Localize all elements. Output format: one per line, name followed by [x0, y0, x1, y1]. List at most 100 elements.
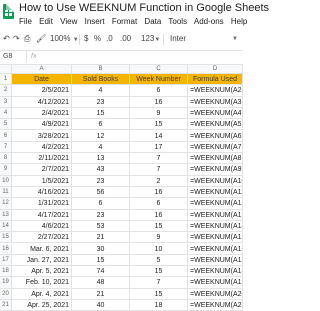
table-cell[interactable]: 9: [130, 232, 188, 244]
table-cell[interactable]: =WEEKNUM(A3,1): [188, 96, 243, 108]
currency-format-button[interactable]: $: [84, 34, 88, 43]
table-cell[interactable]: =WEEKNUM(A20,1): [188, 288, 243, 300]
table-cell[interactable]: 2/4/2021: [12, 107, 72, 120]
table-cell[interactable]: 15: [72, 254, 130, 267]
row-header[interactable]: 3: [0, 96, 12, 108]
table-cell[interactable]: 21: [72, 288, 130, 300]
menu-edit[interactable]: Edit: [39, 17, 53, 26]
menu-view[interactable]: View: [60, 17, 77, 26]
table-cell[interactable]: 4: [72, 85, 130, 97]
menu-format[interactable]: Format: [112, 17, 137, 26]
table-cell[interactable]: 12: [72, 130, 130, 142]
row-header[interactable]: 9: [0, 164, 12, 176]
row-header[interactable]: 1: [0, 74, 12, 86]
table-cell[interactable]: 2/11/2021: [12, 153, 72, 165]
row-header[interactable]: 5: [0, 119, 12, 131]
table-cell[interactable]: 7: [130, 153, 188, 165]
document-title[interactable]: How to Use WEEKNUM Function in Google Sh…: [19, 2, 269, 14]
column-header-c[interactable]: C: [130, 65, 188, 74]
column-header-b[interactable]: B: [72, 65, 130, 74]
table-cell[interactable]: 2: [130, 175, 188, 187]
table-cell[interactable]: 5: [130, 254, 188, 267]
name-box[interactable]: G8: [3, 53, 12, 60]
row-header[interactable]: 16: [0, 243, 12, 255]
increase-decimal-button[interactable]: .00: [120, 34, 131, 43]
table-cell[interactable]: 2/7/2021: [12, 164, 72, 176]
table-cell[interactable]: 18: [130, 300, 188, 311]
table-cell[interactable]: =WEEKNUM(A10,1): [188, 175, 243, 187]
row-header[interactable]: 8: [0, 153, 12, 165]
table-cell[interactable]: 6: [130, 198, 188, 210]
table-cell[interactable]: 6: [72, 119, 130, 131]
row-header[interactable]: 2: [0, 85, 12, 97]
table-cell[interactable]: 2/27/2021: [12, 232, 72, 244]
table-cell[interactable]: =WEEKNUM(A7,1): [188, 141, 243, 154]
undo-icon[interactable]: ↶: [3, 34, 10, 43]
table-cell[interactable]: =WEEKNUM(A17,1): [188, 254, 243, 267]
row-header[interactable]: 19: [0, 277, 12, 289]
row-header[interactable]: 11: [0, 187, 12, 199]
table-cell[interactable]: 4/17/2021: [12, 209, 72, 221]
table-cell[interactable]: 16: [130, 96, 188, 108]
table-cell[interactable]: 7: [130, 277, 188, 289]
table-cell[interactable]: 13: [72, 153, 130, 165]
print-icon[interactable]: ⎙: [24, 34, 30, 44]
sheets-logo-icon[interactable]: [3, 4, 14, 19]
table-cell[interactable]: 21: [72, 232, 130, 244]
row-header[interactable]: 4: [0, 107, 12, 120]
table-cell[interactable]: 15: [130, 119, 188, 131]
menu-file[interactable]: File: [19, 17, 32, 26]
table-cell[interactable]: 1/5/2021: [12, 175, 72, 187]
table-cell[interactable]: 4/12/2021: [12, 96, 72, 108]
menu-addons[interactable]: Add-ons: [194, 17, 224, 26]
chevron-down-icon[interactable]: ▼: [232, 36, 238, 42]
more-formats-button[interactable]: 123▼: [141, 34, 160, 43]
zoom-select[interactable]: 100% ▼: [50, 34, 79, 43]
table-cell[interactable]: 4/9/2021: [12, 119, 72, 131]
table-cell[interactable]: 3/28/2021: [12, 130, 72, 142]
table-cell[interactable]: 16: [130, 209, 188, 221]
table-cell[interactable]: =WEEKNUM(A12,1): [188, 198, 243, 210]
table-cell[interactable]: =WEEKNUM(A4,1): [188, 107, 243, 120]
table-cell[interactable]: 15: [130, 266, 188, 278]
table-cell[interactable]: Apr. 5, 2021: [12, 266, 72, 278]
table-cell[interactable]: 56: [72, 187, 130, 199]
table-cell[interactable]: 23: [72, 96, 130, 108]
row-header[interactable]: 10: [0, 175, 12, 187]
paint-format-icon[interactable]: 🖌: [36, 34, 46, 43]
table-cell[interactable]: 14: [130, 130, 188, 142]
table-cell[interactable]: Feb. 10, 2021: [12, 277, 72, 289]
table-cell[interactable]: 15: [72, 107, 130, 120]
table-cell[interactable]: 23: [72, 209, 130, 221]
formula-input[interactable]: [44, 52, 240, 62]
table-cell[interactable]: =WEEKNUM(A6,1): [188, 130, 243, 142]
table-cell[interactable]: 9: [130, 107, 188, 120]
table-cell[interactable]: =WEEKNUM(A14,1): [188, 220, 243, 233]
table-cell[interactable]: 53: [72, 220, 130, 233]
percent-format-button[interactable]: %: [94, 34, 101, 43]
header-cell[interactable]: Sold Books: [72, 74, 130, 86]
table-cell[interactable]: 4/6/2021: [12, 220, 72, 233]
table-cell[interactable]: =WEEKNUM(A18,1): [188, 266, 243, 278]
table-cell[interactable]: =WEEKNUM(A9,1): [188, 164, 243, 176]
column-header-a[interactable]: A: [12, 65, 72, 74]
table-cell[interactable]: Mar. 6, 2021: [12, 243, 72, 255]
select-all-corner[interactable]: [0, 65, 12, 74]
table-cell[interactable]: 1/31/2021: [12, 198, 72, 210]
row-header[interactable]: 14: [0, 220, 12, 233]
header-cell[interactable]: Week Number: [130, 74, 188, 86]
table-cell[interactable]: =WEEKNUM(A5,1): [188, 119, 243, 131]
row-header[interactable]: 18: [0, 266, 12, 278]
table-cell[interactable]: 6: [72, 198, 130, 210]
table-cell[interactable]: Jan. 27, 2021: [12, 254, 72, 267]
row-header[interactable]: 15: [0, 232, 12, 244]
menu-insert[interactable]: Insert: [85, 17, 105, 26]
table-cell[interactable]: =WEEKNUM(A19,1): [188, 277, 243, 289]
row-header[interactable]: 20: [0, 288, 12, 300]
table-cell[interactable]: =WEEKNUM(A13,1): [188, 209, 243, 221]
table-cell[interactable]: =WEEKNUM(A21,1): [188, 300, 243, 311]
row-header[interactable]: 12: [0, 198, 12, 210]
table-cell[interactable]: 48: [72, 277, 130, 289]
table-cell[interactable]: 15: [130, 288, 188, 300]
column-header-d[interactable]: D: [188, 65, 243, 74]
